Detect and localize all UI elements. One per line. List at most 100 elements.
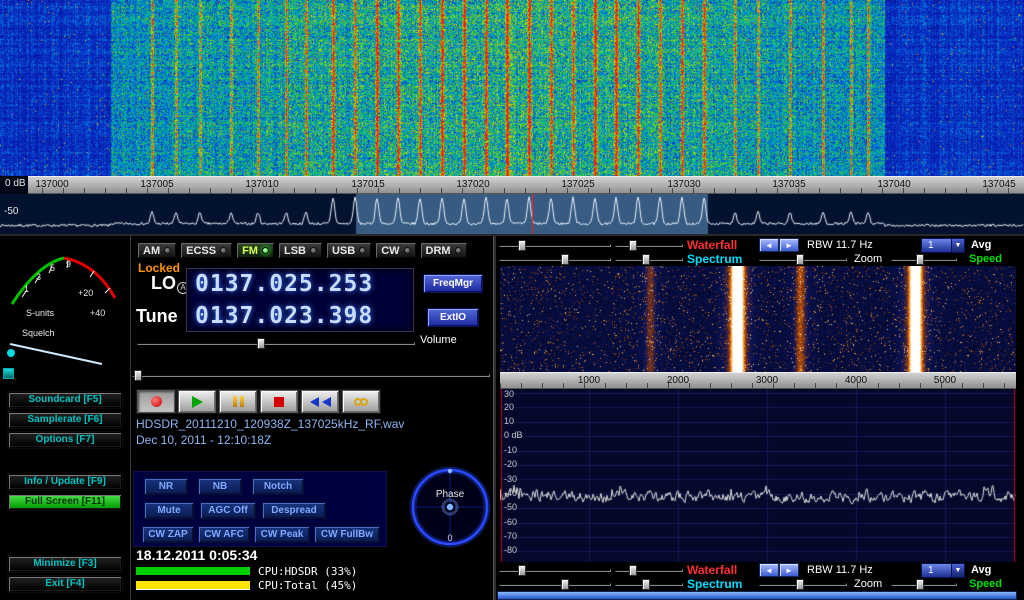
smeter-scale-p20: +20 xyxy=(78,288,93,298)
shift-right-button[interactable]: ► xyxy=(779,238,799,252)
zoom-spectrum-display[interactable] xyxy=(500,389,1016,562)
pause-button[interactable] xyxy=(219,390,257,413)
shift-right-button[interactable]: ► xyxy=(779,563,799,577)
minimize-button[interactable]: Minimize [F3] xyxy=(8,556,122,572)
main-waterfall-display[interactable] xyxy=(0,0,1024,176)
mode-button-lsb[interactable]: LSB xyxy=(278,242,323,259)
mode-led-am xyxy=(164,247,171,254)
nb-button[interactable]: NB xyxy=(198,478,242,495)
full-screen-button[interactable]: Full Screen [F11] xyxy=(8,494,122,510)
despread-button[interactable]: Despread xyxy=(262,502,326,519)
smeter-option-button[interactable] xyxy=(3,368,14,379)
spectrum-ref-slider[interactable] xyxy=(499,578,611,590)
avg-label: Avg xyxy=(971,564,991,576)
tuning-offset-thumb[interactable] xyxy=(134,370,142,381)
cw-zap-button[interactable]: CW ZAP xyxy=(142,526,194,543)
squelch-handle[interactable] xyxy=(7,349,15,357)
rbw-label: RBW 11.7 Hz xyxy=(807,239,873,251)
dsp-panel: NR NB Notch Mute AGC Off Despread CW ZAP… xyxy=(133,471,387,547)
phase-scope[interactable]: Phase 0 xyxy=(407,460,493,550)
spectrum-range-slider[interactable] xyxy=(615,253,683,265)
waterfall-brightness-slider[interactable] xyxy=(499,564,611,576)
mode-button-row: AM ECSS FM LSB USB CW DRM xyxy=(137,242,468,259)
frequency-display-panel: 0137.025.253 0137.023.398 xyxy=(186,268,414,332)
record-icon xyxy=(151,396,162,407)
rewind-icon xyxy=(310,397,319,407)
zoom-label: Zoom xyxy=(854,253,882,265)
zoom-spectrum-panel: 30 20 10 0 dB -10 -20 -30 -40 -50 -60 -7… xyxy=(500,389,1016,562)
speed-slider[interactable] xyxy=(891,578,957,590)
s-meter[interactable]: 1 3 5 9 +20 +40 S-units Squelch xyxy=(2,240,128,366)
main-frequency-ruler[interactable]: 137000 137005 137010 137015 137020 13702… xyxy=(0,176,1024,194)
avg-select[interactable]: 1 ▼ xyxy=(921,563,965,578)
spectrum-ref-slider[interactable] xyxy=(499,253,611,265)
main-spectrum-display[interactable] xyxy=(0,194,1024,234)
af-waterfall-strip[interactable] xyxy=(497,591,1017,600)
volume-slider-thumb[interactable] xyxy=(257,338,265,349)
nr-button[interactable]: NR xyxy=(144,478,188,495)
exit-button[interactable]: Exit [F4] xyxy=(8,576,122,592)
ruler-label: 137015 xyxy=(351,179,384,190)
spectrum-range-slider[interactable] xyxy=(615,578,683,590)
soundcard-button[interactable]: Soundcard [F5] xyxy=(8,392,122,408)
freq-mgr-button[interactable]: FreqMgr xyxy=(423,274,483,293)
volume-slider[interactable] xyxy=(137,337,415,349)
waterfall-contrast-slider[interactable] xyxy=(615,564,683,576)
loop-button[interactable] xyxy=(342,390,380,413)
lo-frequency-value[interactable]: 0137.025.253 xyxy=(195,271,409,298)
smeter-sunits-label: S-units xyxy=(26,308,55,318)
shift-left-button[interactable]: ◄ xyxy=(759,563,779,577)
stop-button[interactable] xyxy=(260,390,298,413)
phase-top-marker xyxy=(448,469,452,473)
db-label: -60 xyxy=(504,517,517,527)
ruler-label: 137005 xyxy=(140,179,173,190)
cw-afc-button[interactable]: CW AFC xyxy=(198,526,250,543)
zoom-slider[interactable] xyxy=(759,578,847,590)
options-button[interactable]: Options [F7] xyxy=(8,432,122,448)
mode-button-ecss[interactable]: ECSS xyxy=(180,242,233,259)
phase-value: 0 xyxy=(447,533,452,543)
waterfall-contrast-slider[interactable] xyxy=(615,239,683,251)
extio-button[interactable]: ExtIO xyxy=(427,308,479,327)
shift-left-button[interactable]: ◄ xyxy=(759,238,779,252)
samplerate-button[interactable]: Samplerate [F6] xyxy=(8,412,122,428)
mode-led-fm xyxy=(262,247,269,254)
zoom-waterfall-display[interactable] xyxy=(500,266,1016,372)
mute-button[interactable]: Mute xyxy=(144,502,194,519)
tuning-offset-slider[interactable] xyxy=(132,369,490,381)
play-button[interactable] xyxy=(178,390,216,413)
cpu-total-label: CPU:Total (45%) xyxy=(258,579,357,592)
ruler-label: 137035 xyxy=(772,179,805,190)
smeter-squelch-label: Squelch xyxy=(22,328,55,338)
waterfall-shift-control: ◄ ► xyxy=(759,563,799,577)
mode-button-am[interactable]: AM xyxy=(137,242,177,259)
speed-slider[interactable] xyxy=(891,253,957,265)
mode-button-fm[interactable]: FM xyxy=(236,242,275,259)
zoom-frequency-ruler[interactable]: 1000 2000 3000 4000 5000 xyxy=(500,372,1016,389)
agc-off-button[interactable]: AGC Off xyxy=(200,502,256,519)
playback-toolbar xyxy=(136,389,381,414)
smeter-scale-5: 5 xyxy=(50,263,55,273)
dropdown-arrow-icon[interactable]: ▼ xyxy=(951,239,964,252)
record-button[interactable] xyxy=(137,390,175,413)
mode-button-drm[interactable]: DRM xyxy=(420,242,468,259)
info-update-button[interactable]: Info / Update [F9] xyxy=(8,474,122,490)
clock-display: 18.12.2011 0:05:34 xyxy=(136,547,257,563)
ruler-label: 4000 xyxy=(845,375,867,386)
tune-frequency-value[interactable]: 0137.023.398 xyxy=(195,303,409,330)
cpu-total-bar xyxy=(136,581,250,590)
cw-fullbw-button[interactable]: CW FullBw xyxy=(314,526,380,543)
spectrum-label: Spectrum xyxy=(687,577,742,591)
avg-select[interactable]: 1 ▼ xyxy=(921,238,965,253)
mode-button-cw[interactable]: CW xyxy=(375,242,416,259)
zoom-slider[interactable] xyxy=(759,253,847,265)
ruler-label: 2000 xyxy=(667,375,689,386)
mode-button-usb[interactable]: USB xyxy=(326,242,372,259)
db-label: 0 dB xyxy=(504,430,523,440)
rewind-button[interactable] xyxy=(301,390,339,413)
waterfall-brightness-slider[interactable] xyxy=(499,239,611,251)
notch-button[interactable]: Notch xyxy=(252,478,304,495)
avg-select-value: 1 xyxy=(922,565,951,576)
cw-peak-button[interactable]: CW Peak xyxy=(254,526,310,543)
dropdown-arrow-icon[interactable]: ▼ xyxy=(951,564,964,577)
